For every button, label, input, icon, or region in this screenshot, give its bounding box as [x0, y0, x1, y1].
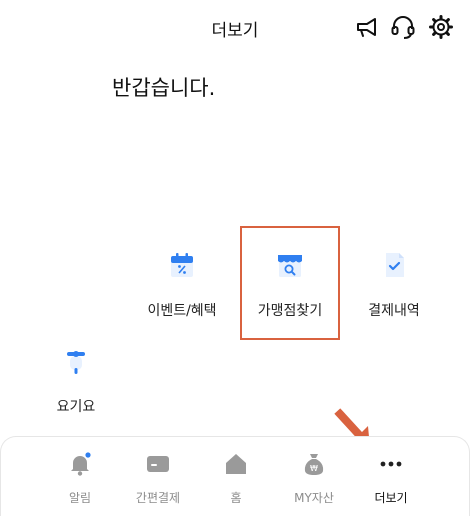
calendar-percent-icon: [171, 253, 193, 277]
tab-easy-pay[interactable]: 간편결제: [118, 451, 198, 506]
bottom-tab-bar: 알림 간편결제 홈 ₩ MY자산 더보기: [0, 436, 470, 516]
top-bar: 더보기: [0, 0, 470, 56]
tab-label: MY자산: [294, 491, 334, 505]
tab-label: 더보기: [374, 491, 408, 505]
scooter-icon: [67, 351, 85, 374]
tab-label: 알림: [68, 491, 92, 505]
receipt-check-icon: [386, 253, 404, 277]
headset-icon[interactable]: [390, 14, 416, 40]
service-payment-history[interactable]: 결제내역: [346, 250, 442, 320]
bell-icon: [71, 452, 91, 476]
tab-label: 홈: [230, 491, 242, 505]
megaphone-icon[interactable]: [354, 14, 380, 40]
svg-text:₩: ₩: [310, 464, 318, 473]
tab-more[interactable]: 더보기: [351, 451, 431, 506]
service-yogiyo[interactable]: 요기요: [28, 346, 124, 416]
service-label: 이벤트/혜택: [147, 303, 217, 319]
service-label: 요기요: [56, 399, 96, 415]
card-icon: [147, 456, 169, 472]
money-bag-icon: ₩: [304, 454, 324, 475]
highlight-frame: [240, 226, 340, 340]
service-label: 결제내역: [368, 303, 420, 319]
home-icon: [226, 454, 246, 474]
tab-notifications[interactable]: 알림: [40, 451, 120, 506]
service-events-benefits[interactable]: 이벤트/혜택: [134, 250, 230, 320]
tab-label: 간편결제: [135, 491, 181, 505]
tab-home[interactable]: 홈: [196, 451, 276, 506]
tab-my-assets[interactable]: ₩ MY자산: [274, 451, 354, 506]
gear-icon[interactable]: [428, 14, 454, 40]
greeting-text: 반갑습니다.: [112, 76, 216, 100]
more-dots-icon: [380, 461, 402, 467]
